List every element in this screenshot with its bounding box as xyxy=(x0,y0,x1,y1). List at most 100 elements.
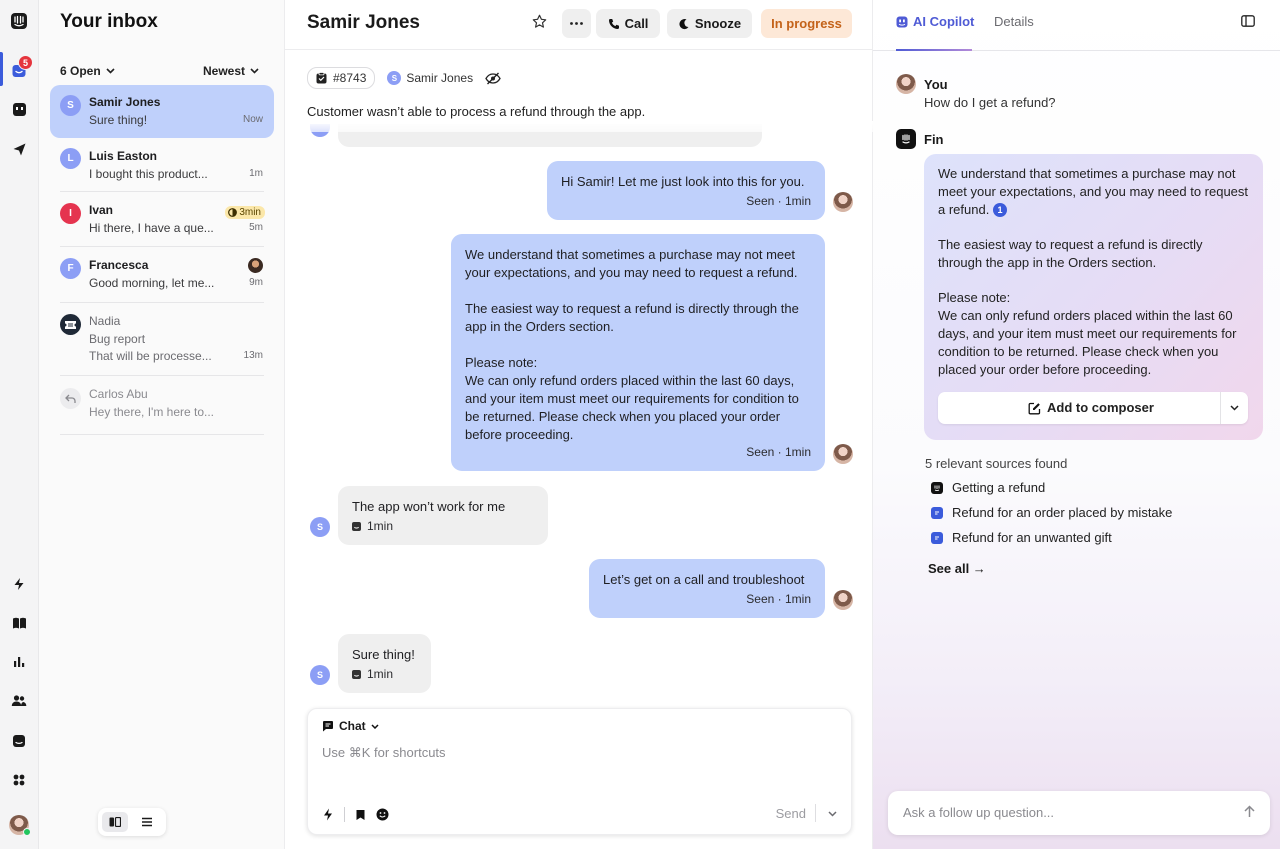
conversation-panel: Samir Jones Call Snooze In progress #874… xyxy=(285,0,873,849)
emoji-icon[interactable] xyxy=(376,808,389,821)
assignee-avatar xyxy=(248,258,263,273)
reports-chart-icon[interactable] xyxy=(8,651,30,673)
conversation-title: Samir Jones xyxy=(307,12,420,33)
tab-details[interactable]: Details xyxy=(994,14,1034,29)
copilot-tabs: AI Copilot Details xyxy=(873,0,1280,51)
nav-rail: 5 xyxy=(0,0,39,849)
send-button[interactable]: Send xyxy=(776,806,806,821)
contacts-people-icon[interactable] xyxy=(8,690,30,712)
sources-title: 5 relevant sources found xyxy=(925,456,1068,471)
sla-timer-chip: 3min xyxy=(225,206,265,219)
answer-paragraph: We understand that sometimes a purchase … xyxy=(938,165,1249,219)
conversation-name: Samir Jones xyxy=(89,95,161,109)
chevron-down-icon xyxy=(828,811,837,817)
messenger-icon[interactable] xyxy=(8,730,30,752)
conversation-name: Nadia xyxy=(89,314,121,328)
arrow-up-icon[interactable] xyxy=(1244,805,1255,821)
conversation-item-luis-easton[interactable]: L Luis Easton I bought this product... 1… xyxy=(50,139,274,191)
conversation-item-ivan[interactable]: I Ivan 3min Hi there, I have a que... 5m xyxy=(50,193,274,247)
citation-badge[interactable]: 1 xyxy=(992,203,1007,217)
snooze-button[interactable]: Snooze xyxy=(667,9,752,38)
send-options-dropdown[interactable] xyxy=(828,805,837,820)
fin-bot-icon[interactable] xyxy=(8,98,30,120)
source-link[interactable]: Refund for an order placed by mistake xyxy=(931,505,1172,520)
source-link[interactable]: Refund for an unwanted gift xyxy=(931,530,1112,545)
message-paragraph: Please note: xyxy=(465,355,538,370)
intercom-logo-icon[interactable] xyxy=(8,10,30,32)
copilot-answer: We understand that sometimes a purchase … xyxy=(924,154,1263,440)
conversation-name: Ivan xyxy=(89,203,114,217)
customer-tag[interactable]: S Samir Jones xyxy=(387,71,473,85)
tab-ai-copilot[interactable]: AI Copilot xyxy=(896,14,974,29)
composer-input[interactable]: Use ⌘K for shortcuts xyxy=(322,745,446,761)
divider xyxy=(60,375,264,376)
conversation-header: Samir Jones Call Snooze In progress xyxy=(285,0,873,50)
ellipsis-icon xyxy=(570,22,583,25)
toggle-sidebar-icon[interactable] xyxy=(1241,15,1255,30)
ticket-id: #8743 xyxy=(333,71,367,85)
ticket-id-tag[interactable]: #8743 xyxy=(307,67,376,89)
inbox-panel: Your inbox 6 Open Newest S Samir Jones S… xyxy=(39,0,285,849)
list-view-button[interactable] xyxy=(134,812,160,832)
message-paragraph: We understand that sometimes a purchase … xyxy=(465,247,798,280)
lightning-icon[interactable] xyxy=(8,573,30,595)
agent-avatar xyxy=(833,444,853,464)
see-all-link[interactable]: See all → xyxy=(928,561,986,576)
add-options-dropdown[interactable] xyxy=(1220,392,1248,424)
followup-placeholder: Ask a follow up question... xyxy=(903,805,1055,820)
ticket-icon xyxy=(60,314,81,335)
agent-message: We understand that sometimes a purchase … xyxy=(451,234,825,471)
source-link[interactable]: Getting a refund xyxy=(931,480,1045,495)
sort-label: Newest xyxy=(203,64,246,78)
avatar: L xyxy=(60,148,81,169)
message-meta: 1min xyxy=(352,517,393,535)
customer-avatar: S xyxy=(310,517,330,537)
message-paragraph: We can only refund orders placed within … xyxy=(465,373,799,442)
ticket-meta: #8743 S Samir Jones xyxy=(307,67,501,89)
messenger-channel-icon xyxy=(352,669,361,679)
active-tab-indicator xyxy=(896,49,972,51)
add-to-composer-main[interactable]: Add to composer xyxy=(938,399,1220,417)
lightning-icon[interactable] xyxy=(322,808,334,821)
composer-toolbar xyxy=(322,807,389,822)
chevron-down-icon xyxy=(106,68,115,74)
eye-slash-icon[interactable] xyxy=(485,72,501,85)
status-button[interactable]: In progress xyxy=(761,9,852,38)
composer-mode-dropdown[interactable]: Chat xyxy=(322,719,379,733)
conversation-item-francesca[interactable]: F Francesca Good morning, let me... 9m xyxy=(50,248,274,302)
clipboard-icon xyxy=(316,72,327,84)
split-view-button[interactable] xyxy=(102,812,128,832)
bookmark-icon[interactable] xyxy=(355,809,366,821)
agent-avatar xyxy=(833,192,853,212)
outbound-send-icon[interactable] xyxy=(8,138,30,160)
online-status-dot xyxy=(23,828,31,836)
star-icon[interactable] xyxy=(532,14,547,32)
reply-composer[interactable]: Chat Use ⌘K for shortcuts Send xyxy=(307,708,852,835)
apps-grid-icon[interactable] xyxy=(8,769,30,791)
message-time: 1min xyxy=(367,667,394,681)
chevron-down-icon xyxy=(371,723,379,729)
divider xyxy=(60,434,264,435)
conversation-item-samir-jones[interactable]: S Samir Jones Sure thing! Now xyxy=(50,85,274,138)
followup-question-input[interactable]: Ask a follow up question... xyxy=(888,791,1270,835)
add-to-composer-label: Add to composer xyxy=(1047,400,1154,415)
timer-icon xyxy=(228,208,238,217)
user-avatar[interactable] xyxy=(8,814,31,836)
sort-dropdown[interactable]: Newest xyxy=(203,64,259,78)
open-filter-label: 6 Open xyxy=(60,64,101,78)
conversation-item-carlos-abu[interactable]: Carlos Abu Hey there, I'm here to... xyxy=(50,377,274,433)
agent-message: Let’s get on a call and troubleshoot See… xyxy=(589,559,825,618)
message-text: Hi Samir! Let me just look into this for… xyxy=(561,174,805,189)
open-filter-dropdown[interactable]: 6 Open xyxy=(60,64,115,78)
conversation-name: Carlos Abu xyxy=(89,387,148,401)
fin-logo-icon xyxy=(896,129,916,149)
call-button[interactable]: Call xyxy=(596,9,660,38)
message-text: Sure thing! xyxy=(352,647,415,662)
knowledge-book-icon[interactable] xyxy=(8,612,30,634)
more-options-button[interactable] xyxy=(562,9,591,38)
toolbar-divider xyxy=(344,807,345,822)
add-to-composer-button[interactable]: Add to composer xyxy=(938,392,1248,424)
conversation-item-nadia[interactable]: Nadia Bug report That will be processe..… xyxy=(50,304,274,374)
copilot-panel: AI Copilot Details You How do I get a re… xyxy=(873,0,1280,849)
fin-label: Fin xyxy=(924,131,944,147)
